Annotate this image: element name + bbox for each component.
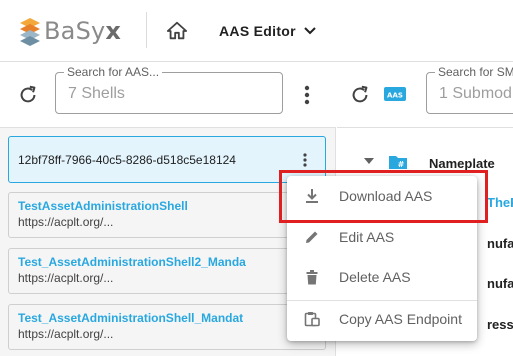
aas-search-label: Search for AAS... [64, 65, 163, 79]
shell-title: TestAssetAdministrationShell [18, 199, 188, 213]
submodel-search-value: 1 Submod [439, 85, 512, 102]
refresh-aas-button[interactable] [15, 82, 41, 108]
download-icon [302, 186, 322, 206]
basyx-logo[interactable]: BaSyx [18, 14, 121, 48]
download-aas-label: Download AAS [339, 188, 433, 204]
tree-node-item[interactable]: nufactu [487, 276, 513, 291]
home-button[interactable] [163, 17, 191, 45]
chevron-down-icon [304, 27, 316, 35]
shell-card-menu-button[interactable] [299, 150, 311, 170]
refresh-submodels-button[interactable] [347, 82, 373, 108]
submodel-search-input[interactable]: Search for SM 1 Submod [426, 65, 513, 114]
submodel-search-label: Search for SM [435, 65, 513, 79]
aas-search-input[interactable]: Search for AAS... 7 Shells [55, 65, 283, 114]
edit-aas-menu-item[interactable]: Edit AAS [287, 219, 477, 255]
copy-aas-endpoint-menu-item[interactable]: Copy AAS Endpoint [287, 301, 477, 337]
edit-aas-label: Edit AAS [339, 229, 395, 245]
submodel-toolbar: AAS Search for SM 1 Submod [337, 62, 513, 128]
aas-search-value: 7 Shells [68, 85, 125, 102]
copy-aas-endpoint-label: Copy AAS Endpoint [339, 311, 462, 327]
more-vertical-icon [303, 153, 307, 167]
tree-node-item[interactable]: ressIn [487, 317, 513, 332]
shell-card[interactable]: TestAssetAdministrationShell https://acp… [8, 192, 326, 238]
basyx-logo-icon [20, 18, 40, 46]
shell-title: Test_AssetAdministrationShell2_Manda [18, 255, 246, 269]
shell-card[interactable]: Test_AssetAdministrationShell2_Manda htt… [8, 248, 326, 294]
refresh-icon [20, 85, 36, 103]
shell-url: https://acplt.org/... [18, 327, 114, 341]
trash-icon [302, 267, 322, 287]
editor-menu-button[interactable]: AAS Editor [219, 20, 316, 42]
shell-id: 12bf78ff-7966-40c5-8286-d518c5e18124 [18, 153, 236, 167]
refresh-icon [352, 85, 368, 103]
tree-node-nameplate[interactable]: Nameplate [429, 156, 495, 171]
delete-aas-label: Delete AAS [339, 269, 411, 285]
editor-menu-label: AAS Editor [219, 23, 296, 39]
svg-text:#: # [398, 160, 405, 169]
shell-url: https://acplt.org/... [18, 215, 114, 229]
shell-title: Test_AssetAdministrationShell_Mandat [18, 311, 244, 325]
home-icon [166, 21, 188, 40]
aas-list-toolbar: Search for AAS... 7 Shells [0, 62, 336, 128]
tree-node-item[interactable]: nufactu [487, 236, 513, 251]
app-header: BaSyx AAS Editor [0, 0, 513, 62]
clipboard-icon [302, 309, 322, 329]
aas-list-menu-button[interactable] [297, 82, 317, 108]
logo-text: BaSyx [44, 17, 122, 45]
delete-aas-menu-item[interactable]: Delete AAS [287, 259, 477, 295]
submodel-folder-icon: # [389, 156, 407, 169]
download-aas-menu-item[interactable]: Download AAS [287, 178, 477, 214]
aas-badge-icon: AAS [384, 87, 406, 101]
aas-badge-text: AAS [387, 92, 403, 100]
expand-arrow-icon[interactable] [364, 158, 374, 166]
pencil-icon [302, 227, 322, 247]
header-divider [146, 12, 147, 48]
tree-node-item[interactable]: ThePr [487, 195, 513, 210]
aas-list-pane: Search for AAS... 7 Shells 12bf78ff-7966… [0, 62, 336, 356]
shell-url: https://acplt.org/... [18, 271, 114, 285]
more-vertical-icon [304, 85, 310, 105]
shell-card-selected[interactable]: 12bf78ff-7966-40c5-8286-d518c5e18124 [8, 136, 326, 183]
shell-card[interactable]: Test_AssetAdministrationShell_Mandat htt… [8, 304, 326, 350]
shell-context-menu: Download AAS Edit AAS Delete AAS Copy AA… [287, 176, 477, 341]
